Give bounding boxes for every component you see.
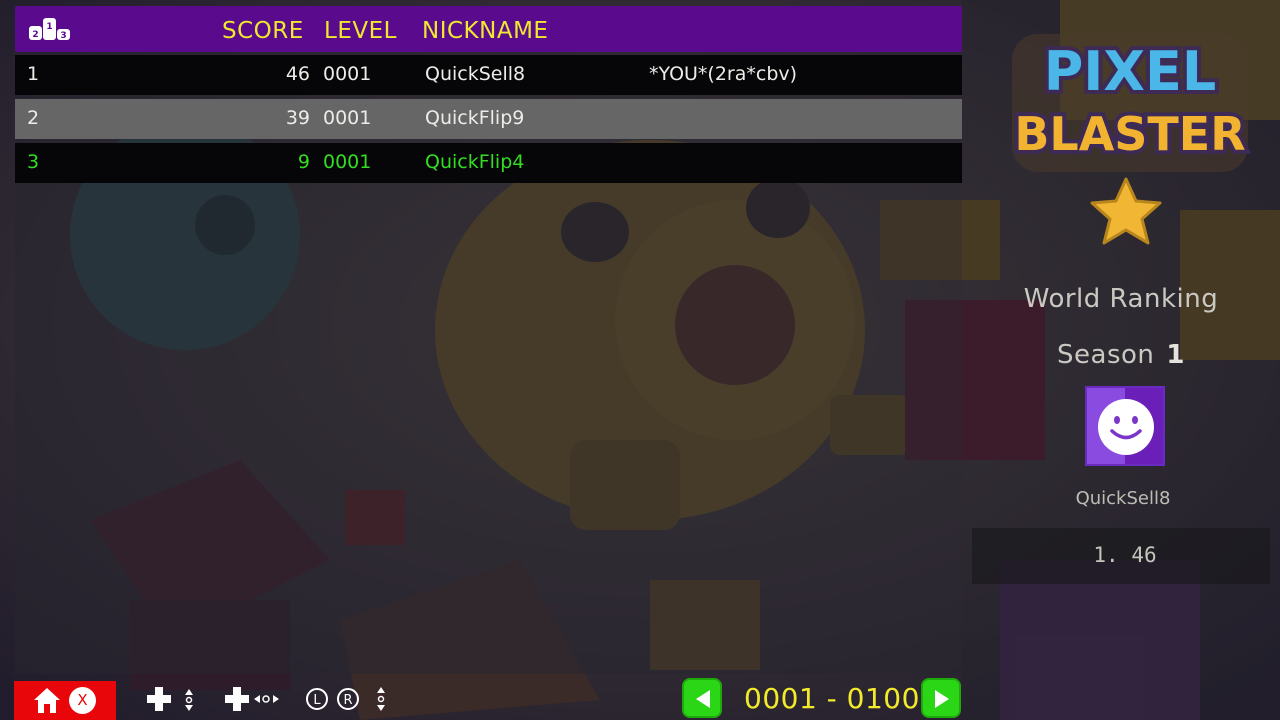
- score-cell: 39: [285, 107, 310, 129]
- svg-text:1: 1: [46, 22, 52, 32]
- svg-text:3: 3: [60, 31, 66, 41]
- player-name: QuickSell8: [1075, 488, 1171, 509]
- score-cell: 46: [285, 63, 310, 85]
- rank-cell: 2: [27, 107, 40, 129]
- svg-text:2: 2: [32, 30, 38, 40]
- svg-text:PIXEL: PIXEL: [1044, 40, 1217, 103]
- shoulder-lr-icon: L R: [306, 687, 385, 711]
- svg-text:L: L: [313, 693, 321, 708]
- leaderboard-row[interactable]: 1 46 0001 QuickSell8 *YOU*(2ra*cbv): [15, 55, 962, 95]
- score-column-header: SCORE: [222, 18, 304, 44]
- leaderboard-row[interactable]: 2 39 0001 QuickFlip9: [15, 99, 962, 139]
- nickname-column-header: NICKNAME: [422, 18, 549, 44]
- leaderboard-row[interactable]: 3 9 0001 QuickFlip4: [15, 143, 962, 183]
- level-cell: 0001: [323, 63, 372, 85]
- star-icon: [1090, 177, 1162, 245]
- player-rank-box: 1. 46: [972, 528, 1270, 584]
- podium-icon: 2 1 3: [29, 18, 70, 41]
- next-page-button[interactable]: [921, 678, 961, 718]
- level-cell: 0001: [323, 107, 372, 129]
- score-cell: 9: [297, 151, 310, 173]
- avatar: [1085, 386, 1165, 466]
- home-button[interactable]: X: [14, 681, 116, 720]
- season-label: Season 1: [962, 340, 1280, 370]
- game-logo: PIXEL PIXEL BLASTER BLASTER: [1010, 34, 1250, 172]
- you-tag: *YOU*(2ra*cbv): [649, 63, 798, 85]
- rank-cell: 1: [27, 63, 40, 85]
- dpad-updown-icon: [147, 687, 193, 711]
- level-cell: 0001: [323, 151, 372, 173]
- nickname-cell: QuickSell8: [425, 63, 526, 85]
- season-number: 1: [1166, 340, 1185, 370]
- level-column-header: LEVEL: [324, 18, 397, 44]
- page-range: 0001 - 0100: [744, 682, 920, 715]
- rank-cell: 3: [27, 151, 40, 173]
- nickname-cell: QuickFlip9: [425, 107, 525, 129]
- smiley-icon: [1098, 399, 1154, 455]
- previous-page-button[interactable]: [682, 678, 722, 718]
- svg-text:BLASTER: BLASTER: [1014, 107, 1245, 161]
- player-rank: 1. 46: [1093, 543, 1157, 567]
- left-arrow-icon: [696, 690, 710, 708]
- world-ranking-title: World Ranking: [1023, 284, 1219, 314]
- nickname-cell: QuickFlip4: [425, 151, 525, 173]
- season-text: Season: [1057, 340, 1155, 370]
- home-icon: [34, 688, 60, 713]
- x-key-badge: X: [69, 687, 96, 714]
- svg-text:R: R: [343, 693, 352, 708]
- leaderboard-header: 2 1 3 SCORE LEVEL NICKNAME: [15, 6, 962, 52]
- right-arrow-icon: [935, 690, 949, 708]
- dpad-leftright-icon: [225, 687, 279, 711]
